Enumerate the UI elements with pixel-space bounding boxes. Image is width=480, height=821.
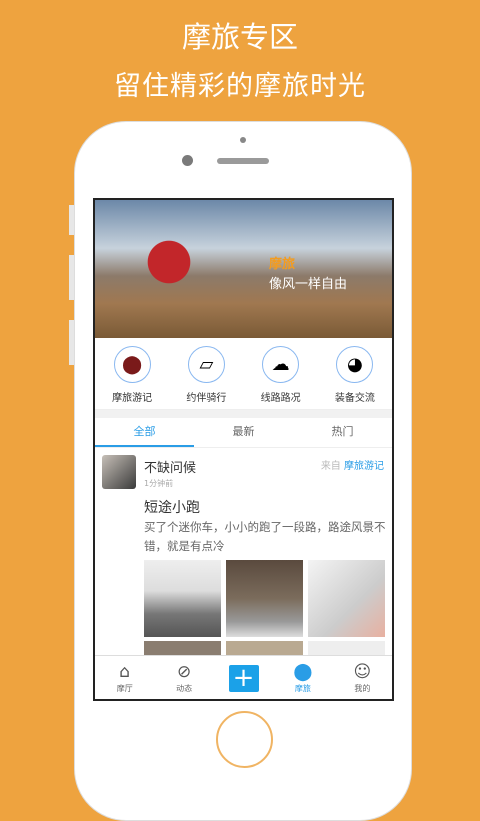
tab-latest[interactable]: 最新 bbox=[194, 418, 293, 447]
phone-button bbox=[69, 205, 74, 235]
bottom-nav: ⌂ 摩厅 ⊘ 动态 + ⬤ 摩旅 ☺ 我的 bbox=[95, 655, 392, 699]
phone-speaker bbox=[217, 158, 269, 164]
category-routes[interactable]: ☁ 线路路况 bbox=[244, 338, 318, 409]
phone-button bbox=[69, 320, 74, 365]
banner-slogan: 像风一样自由 bbox=[269, 277, 348, 292]
compass-icon: ⊘ bbox=[176, 662, 192, 682]
post-time: 1分钟前 bbox=[144, 479, 174, 488]
category-gear[interactable]: ◕ 装备交流 bbox=[318, 338, 392, 409]
post-username[interactable]: 不缺问候 bbox=[144, 457, 196, 476]
phone-camera bbox=[182, 155, 193, 166]
user-icon: ☺ bbox=[353, 662, 372, 682]
post-photo[interactable] bbox=[308, 560, 385, 637]
nav-label: 摩旅 bbox=[294, 684, 311, 693]
nav-label: 摩厅 bbox=[116, 684, 133, 693]
home-icon: ⌂ bbox=[119, 662, 131, 682]
phone-bike-icon: ▱ bbox=[187, 346, 225, 383]
route-icon: ☁ bbox=[262, 346, 300, 383]
category-group-ride[interactable]: ▱ 约伴骑行 bbox=[169, 338, 243, 409]
phone-button bbox=[69, 255, 74, 300]
post-photo[interactable] bbox=[226, 560, 303, 637]
category-row: ⬤ 摩旅游记 ▱ 约伴骑行 ☁ 线路路况 ◕ 装备交流 bbox=[95, 338, 392, 410]
category-label: 摩旅游记 bbox=[112, 393, 153, 404]
nav-label: 我的 bbox=[354, 684, 371, 693]
banner[interactable]: 摩旅 像风一样自由 bbox=[95, 200, 392, 338]
nav-add[interactable]: + bbox=[214, 656, 273, 699]
nav-moto-travel[interactable]: ⬤ 摩旅 bbox=[273, 656, 332, 699]
post-body: 买了个迷你车，小小的跑了一段路，路途风景不错，就是有点冷 bbox=[144, 520, 386, 553]
nav-feed[interactable]: ⊘ 动态 bbox=[154, 656, 213, 699]
nav-hall[interactable]: ⌂ 摩厅 bbox=[95, 656, 154, 699]
avatar[interactable] bbox=[102, 455, 136, 489]
location-icon: ⬤ bbox=[293, 662, 313, 682]
feed-tabs: 全部 最新 热门 bbox=[95, 418, 392, 448]
tab-all[interactable]: 全部 bbox=[95, 418, 194, 447]
plus-icon: + bbox=[228, 665, 259, 692]
nav-label: 动态 bbox=[176, 684, 193, 693]
nav-me[interactable]: ☺ 我的 bbox=[333, 656, 392, 699]
divider bbox=[95, 410, 392, 418]
category-label: 装备交流 bbox=[334, 393, 375, 404]
banner-brand: 摩旅 bbox=[269, 257, 296, 272]
phone-sensor bbox=[240, 137, 246, 143]
post-title: 短途小跑 bbox=[144, 500, 200, 516]
source-label: 来自 bbox=[320, 461, 341, 472]
promo-subtitle: 留住精彩的摩旅时光 bbox=[114, 71, 366, 102]
category-label: 线路路况 bbox=[260, 393, 301, 404]
tab-hot[interactable]: 热门 bbox=[293, 418, 392, 447]
feed-post[interactable]: 不缺问候 1分钟前 来自 摩旅游记 短途小跑 买了个迷你车，小小的跑了一段路，路… bbox=[95, 448, 392, 699]
app-screen: 摩旅 像风一样自由 ⬤ 摩旅游记 ▱ 约伴骑行 ☁ 线路路况 ◕ 装备交流 全部 最新 … bbox=[93, 198, 394, 701]
source-link[interactable]: 摩旅游记 bbox=[344, 461, 384, 472]
map-pin-wheel-icon: ⬤ bbox=[113, 346, 151, 383]
helmet-icon: ◕ bbox=[336, 346, 374, 383]
category-travelogue[interactable]: ⬤ 摩旅游记 bbox=[95, 338, 169, 409]
promo-title: 摩旅专区 bbox=[181, 20, 298, 54]
category-label: 约伴骑行 bbox=[186, 393, 227, 404]
post-source: 来自 摩旅游记 bbox=[321, 457, 384, 472]
banner-rider-image bbox=[145, 230, 205, 310]
post-photo[interactable] bbox=[144, 560, 221, 637]
phone-home-button bbox=[216, 711, 273, 768]
